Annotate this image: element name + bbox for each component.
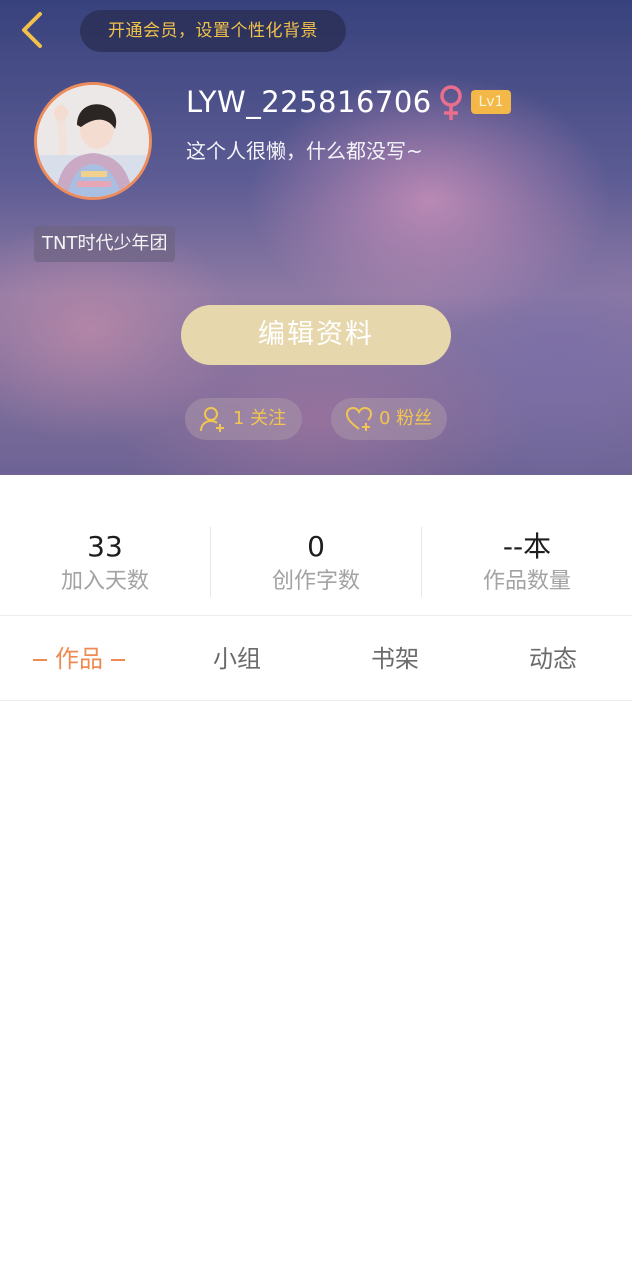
tab-groups[interactable]: 小组 xyxy=(158,616,316,700)
fans-button[interactable]: 0 粉丝 xyxy=(331,398,447,440)
group-tag[interactable]: TNT时代少年团 xyxy=(34,226,176,262)
avatar[interactable] xyxy=(34,82,152,200)
profile-tabs: 作品 小组 书架 动态 xyxy=(0,616,632,701)
stat-value: --本 xyxy=(502,530,552,563)
bio-text: 这个人很懒，什么都没写~ xyxy=(186,139,423,163)
tab-activity[interactable]: 动态 xyxy=(474,616,632,700)
back-button[interactable] xyxy=(14,10,54,50)
fans-count: 0 粉丝 xyxy=(379,408,433,429)
stat-value: 0 xyxy=(307,530,325,563)
tab-works[interactable]: 作品 xyxy=(0,616,158,700)
stat-label: 加入天数 xyxy=(60,569,149,594)
female-icon xyxy=(440,85,462,120)
tab-bookshelf[interactable]: 书架 xyxy=(316,616,474,700)
username: LYW_225816706 xyxy=(186,85,432,119)
heart-plus-icon xyxy=(345,406,373,431)
following-count: 1 关注 xyxy=(233,408,287,429)
stat-value: 33 xyxy=(87,530,123,563)
tab-label: 动态 xyxy=(529,645,577,673)
avatar-photo xyxy=(37,85,149,197)
profile-header: 开通会员，设置个性化背景 LYW_225816706 Lv1 这个人很懒，什么都… xyxy=(0,0,632,475)
following-button[interactable]: 1 关注 xyxy=(185,398,302,440)
tab-indicator-left xyxy=(33,659,47,661)
tab-label: 作品 xyxy=(55,645,103,673)
stat-label: 创作字数 xyxy=(271,569,360,594)
stat-word-count: 0 创作字数 xyxy=(211,525,421,597)
stat-works-count: --本 作品数量 xyxy=(422,525,632,597)
stat-join-days: 33 加入天数 xyxy=(0,525,210,597)
tab-label: 小组 xyxy=(213,645,261,673)
stats-bar: 33 加入天数 0 创作字数 --本 作品数量 xyxy=(0,475,632,616)
tab-content-area xyxy=(0,701,632,1280)
user-plus-icon xyxy=(200,407,224,432)
chevron-left-icon xyxy=(22,12,42,48)
edit-profile-button[interactable]: 编辑资料 xyxy=(181,305,451,365)
level-badge: Lv1 xyxy=(471,90,511,114)
stat-label: 作品数量 xyxy=(482,569,571,594)
vip-background-banner[interactable]: 开通会员，设置个性化背景 xyxy=(80,10,346,52)
tab-label: 书架 xyxy=(371,645,419,673)
tab-indicator-right xyxy=(111,659,125,661)
